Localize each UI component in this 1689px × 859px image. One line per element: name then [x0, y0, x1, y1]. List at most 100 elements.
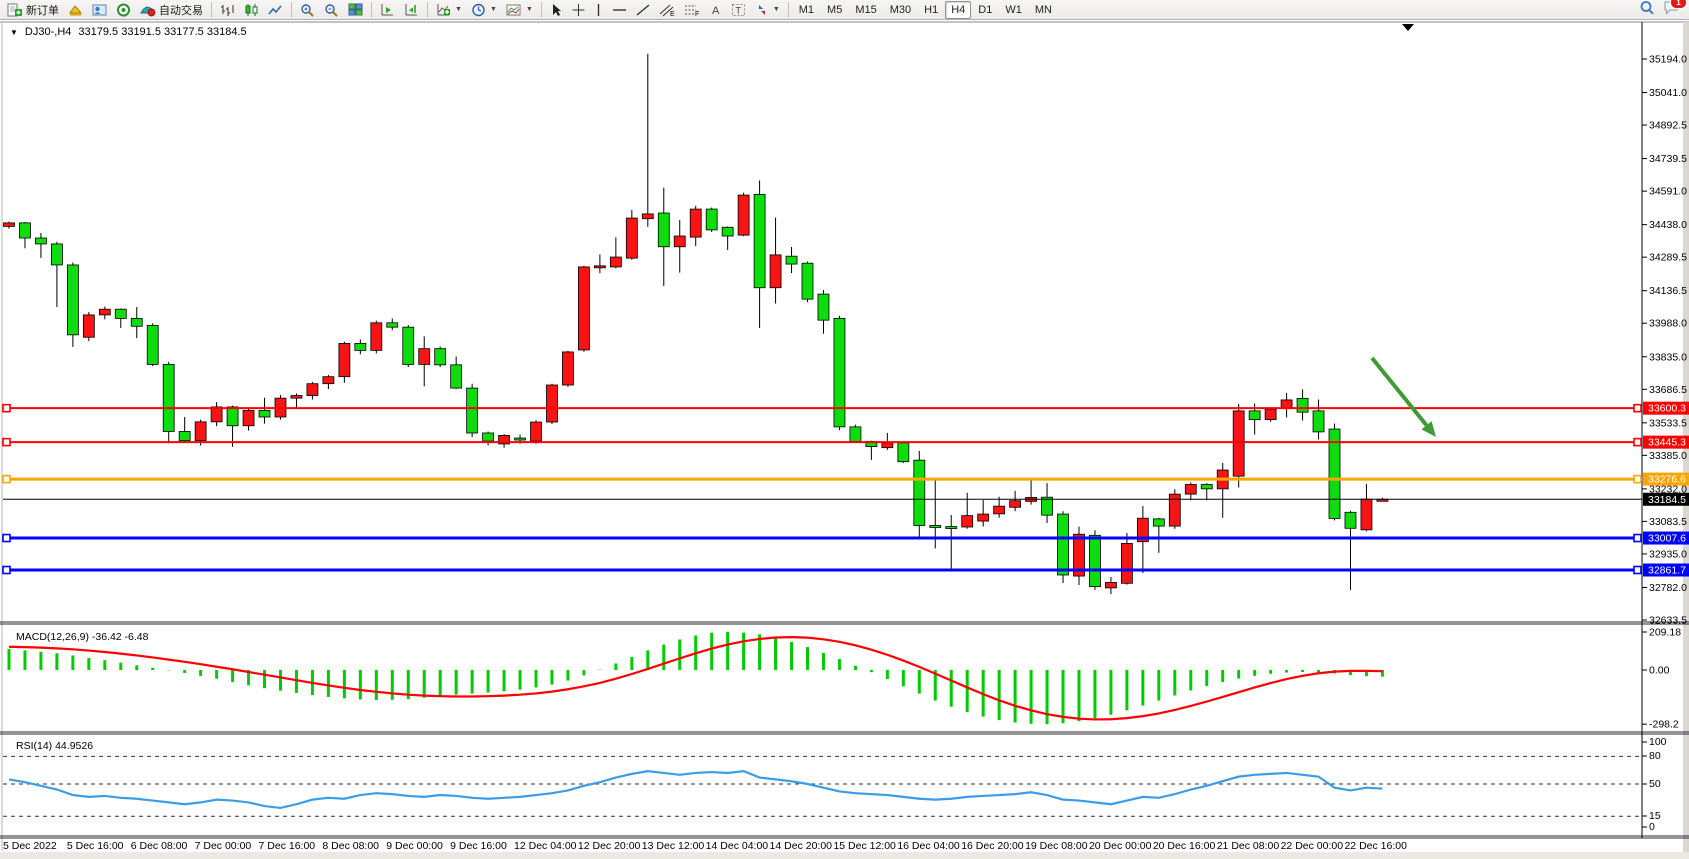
one-click-collapse-icon[interactable]: ▼: [10, 28, 18, 37]
timeframe-h4-button[interactable]: H4: [945, 1, 971, 19]
new-order-button[interactable]: 新订单: [3, 0, 63, 20]
candle-body: [834, 318, 845, 426]
auto-trading-button[interactable]: 自动交易: [136, 0, 207, 20]
crosshair-icon: [572, 3, 585, 17]
hline-handle[interactable]: [3, 405, 10, 412]
candle-body: [339, 343, 350, 376]
notification-badge: 1: [1670, 0, 1687, 9]
toolbar-right-icons: 1: [1639, 0, 1686, 20]
candle-body: [1042, 497, 1053, 515]
chart-background: [0, 22, 1689, 859]
zoom-in-button[interactable]: [296, 0, 319, 20]
line-chart-button[interactable]: [264, 0, 287, 20]
hline-handle[interactable]: [1634, 405, 1641, 412]
search-icon[interactable]: [1639, 0, 1655, 20]
text-a-icon: A: [709, 3, 722, 17]
candle-body: [371, 323, 382, 351]
crosshair-button[interactable]: [568, 0, 589, 20]
price-axis-label: 34591.0: [1649, 186, 1687, 198]
hline-handle[interactable]: [1634, 535, 1641, 542]
candlestick-chart-button[interactable]: [240, 0, 263, 20]
candle-body: [1281, 400, 1292, 408]
chart-symbol-label: DJ30-,H4: [25, 26, 71, 38]
timeframe-m30-button[interactable]: M30: [884, 1, 917, 19]
rsi-label: RSI(14) 44.9526: [16, 740, 93, 752]
candle-body: [898, 443, 909, 462]
chevron-down-icon[interactable]: ▼: [526, 6, 533, 13]
navigator-icon: [92, 3, 107, 17]
hline-handle[interactable]: [1634, 566, 1641, 573]
text-button[interactable]: A: [705, 0, 726, 20]
candle-body: [1361, 499, 1372, 530]
candle-body: [1297, 398, 1308, 412]
timeframe-w1-button[interactable]: W1: [999, 1, 1028, 19]
candle-body: [1058, 514, 1069, 575]
candle-body: [179, 431, 190, 440]
tile-windows-button[interactable]: [344, 0, 367, 20]
chart-shift-button[interactable]: [400, 0, 423, 20]
macd-axis-label: 209.18: [1649, 626, 1681, 638]
candle-body: [594, 266, 605, 268]
templates-button[interactable]: ▼: [502, 0, 537, 20]
price-axis-label: 35194.0: [1649, 54, 1687, 66]
time-axis-label: 14 Dec 20:00: [770, 840, 833, 852]
hline-handle[interactable]: [3, 535, 10, 542]
candle-body: [546, 385, 557, 422]
time-axis[interactable]: 5 Dec 20225 Dec 16:006 Dec 08:007 Dec 00…: [3, 840, 1407, 852]
cursor-button[interactable]: [546, 0, 567, 20]
equidistant-channel-button[interactable]: E: [655, 0, 679, 20]
auto-scroll-button[interactable]: [376, 0, 399, 20]
terminal-button[interactable]: [112, 0, 135, 20]
trendline-icon: [636, 3, 650, 17]
candle-body: [882, 443, 893, 448]
zoom-out-icon: [324, 3, 339, 17]
timeframe-m5-button[interactable]: M5: [821, 1, 848, 19]
horizontal-line-button[interactable]: [608, 0, 631, 20]
hline-handle[interactable]: [3, 566, 10, 573]
timeframe-m1-button[interactable]: M1: [793, 1, 820, 19]
hline-handle[interactable]: [1634, 476, 1641, 483]
chat-icon[interactable]: 1: [1663, 0, 1680, 20]
toolbar-separator: [211, 2, 212, 17]
candle-body: [403, 327, 414, 364]
text-label-button[interactable]: T: [727, 0, 750, 20]
toolbar-separator: [788, 2, 789, 17]
timeframe-m15-button[interactable]: M15: [849, 1, 882, 19]
price-chart: 35194.035041.034892.534739.534591.034438…: [0, 20, 1689, 859]
vertical-line-button[interactable]: [590, 0, 607, 20]
chevron-down-icon[interactable]: ▼: [455, 6, 462, 13]
candle-body: [642, 214, 653, 219]
price-axis-label: 33835.0: [1649, 351, 1687, 363]
arrows-button[interactable]: ▼: [751, 0, 784, 20]
indicators-button[interactable]: ▼: [432, 0, 466, 20]
candle-body: [930, 525, 941, 527]
candle-body: [706, 209, 717, 230]
hline-handle[interactable]: [3, 439, 10, 446]
market-watch-button[interactable]: [64, 0, 87, 20]
timeframe-mn-button[interactable]: MN: [1029, 1, 1058, 19]
main-toolbar: 新订单 自动交易 ▼ ▼ ▼ EFAT ▼ M1M5M15M30H1H4D1W1MN 1: [0, 0, 1689, 20]
candle-body: [962, 516, 973, 527]
candle-body: [147, 325, 158, 364]
zoom-out-button[interactable]: [320, 0, 343, 20]
timeframe-d1-button[interactable]: D1: [972, 1, 998, 19]
hline-handle[interactable]: [3, 476, 10, 483]
new-order-icon: [7, 3, 23, 17]
time-axis-label: 12 Dec 20:00: [578, 840, 641, 852]
price-tag-label: 33007.6: [1648, 533, 1686, 545]
chevron-down-icon[interactable]: ▼: [490, 6, 497, 13]
fibonacci-button[interactable]: F: [680, 0, 704, 20]
candle-body: [259, 410, 270, 417]
navigator-button[interactable]: [88, 0, 111, 20]
periods-button[interactable]: ▼: [467, 0, 501, 20]
chevron-down-icon[interactable]: ▼: [773, 6, 780, 13]
hline-handle[interactable]: [1634, 439, 1641, 446]
trendline-button[interactable]: [632, 0, 654, 20]
timeframe-h1-button[interactable]: H1: [918, 1, 944, 19]
candle-body: [195, 422, 206, 441]
candle-body: [467, 388, 478, 433]
candle-body: [435, 349, 446, 365]
candle-body: [35, 238, 46, 244]
bar-chart-button[interactable]: [216, 0, 239, 20]
candle-body: [562, 352, 573, 385]
